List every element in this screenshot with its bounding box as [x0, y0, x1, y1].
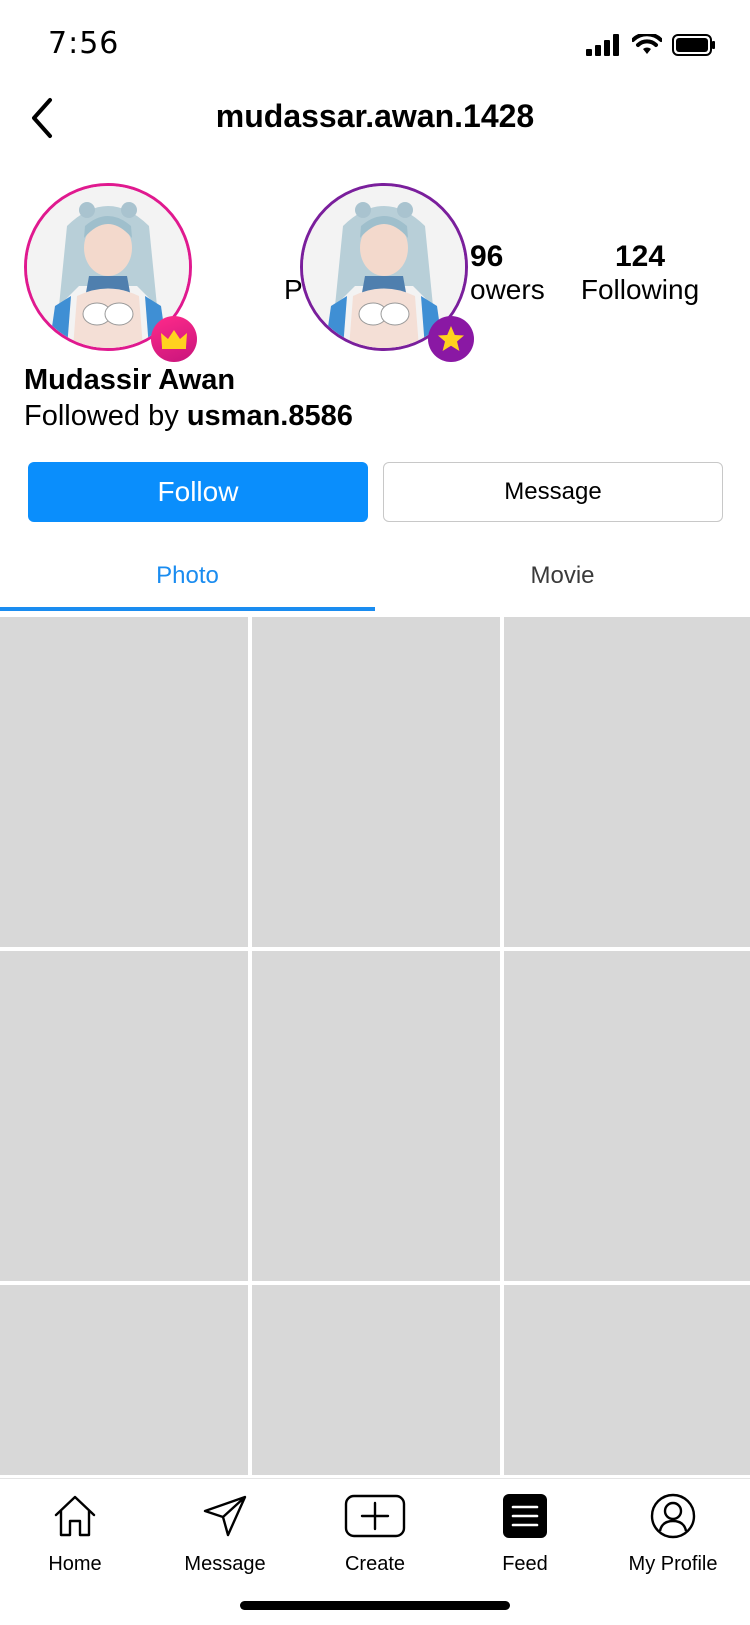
followed-by-prefix: Followed by: [24, 400, 187, 432]
grid-item[interactable]: [252, 617, 500, 947]
grid-item[interactable]: [0, 951, 248, 1281]
profile-name: Mudassir Awan: [24, 364, 236, 396]
tab-active-indicator: [0, 607, 375, 611]
follow-button[interactable]: Follow: [28, 462, 368, 522]
paper-plane-icon: [203, 1495, 247, 1537]
grid-item[interactable]: [504, 1285, 750, 1475]
nav-feed-label: Feed: [502, 1553, 548, 1575]
status-time: 7:56: [48, 26, 120, 61]
grid-item[interactable]: [504, 951, 750, 1281]
crown-icon: [161, 330, 187, 349]
star-icon: [438, 326, 464, 351]
grid-item[interactable]: [0, 1285, 248, 1475]
stat-followers-label[interactable]: owers: [470, 274, 545, 306]
status-icons: [586, 34, 716, 56]
stat-following-count[interactable]: 124: [580, 240, 700, 274]
message-button[interactable]: Message: [383, 462, 723, 522]
feed-list-icon: [503, 1494, 547, 1538]
signal-icon: [586, 34, 619, 56]
plus-square-icon: [344, 1494, 406, 1538]
battery-icon: [672, 34, 715, 56]
home-indicator[interactable]: [240, 1601, 510, 1610]
tab-photo[interactable]: Photo: [0, 562, 375, 590]
grid-item[interactable]: [504, 617, 750, 947]
grid-item[interactable]: [0, 617, 248, 947]
nav-home-label: Home: [48, 1553, 102, 1575]
nav-message-label: Message: [184, 1553, 266, 1575]
photo-grid: [0, 617, 750, 1475]
wifi-icon: [632, 34, 662, 54]
profile-icon: [650, 1493, 696, 1539]
page-title: mudassar.awan.1428: [215, 98, 535, 134]
tab-movie[interactable]: Movie: [375, 562, 750, 590]
stat-followers-count[interactable]: 96: [470, 240, 503, 274]
star-badge: [428, 316, 474, 362]
followed-by-user[interactable]: usman.8586: [187, 400, 353, 432]
followed-by-text: Followed by usman.8586: [24, 400, 353, 433]
stat-following-label[interactable]: Following: [570, 274, 710, 306]
nav-create-label: Create: [344, 1553, 406, 1575]
home-icon: [54, 1495, 96, 1537]
crown-badge: [151, 316, 197, 362]
grid-item[interactable]: [252, 951, 500, 1281]
nav-my-profile-label: My Profile: [628, 1553, 718, 1575]
grid-item[interactable]: [252, 1285, 500, 1475]
